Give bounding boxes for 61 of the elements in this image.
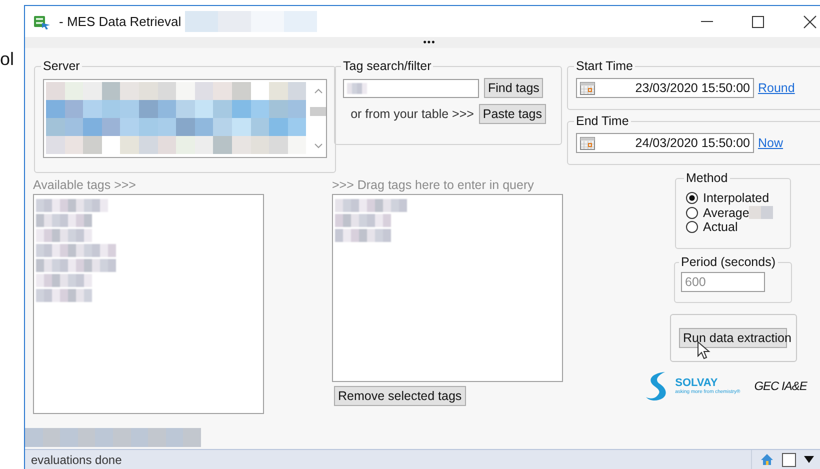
find-tags-button[interactable]: Find tags [484,78,544,98]
list-label: >>> Drag tags here to enter in query [332,178,535,192]
date-time-field[interactable]: 24/03/2020 15:50:00 [576,133,754,153]
calendar-icon [580,82,595,94]
minimize-icon [701,21,713,22]
date-time-value: 23/03/2020 15:50:00 [634,81,750,95]
blurred-list-item[interactable] [36,214,92,227]
option-label: Interpolated [703,191,770,206]
scroll-down-icon [314,143,322,149]
blurred-list-item[interactable] [335,199,407,212]
server-list[interactable] [43,79,327,158]
list-row[interactable] [46,136,306,154]
blurred-list-item[interactable] [335,214,391,227]
time-link[interactable]: Round [758,81,795,95]
dropdown-icon [804,456,814,463]
window-title: - MES Data Retrieval [59,14,182,29]
close-icon [803,14,817,28]
home-icon [760,453,774,466]
date-time-field[interactable]: 23/03/2020 15:50:00 [576,78,754,98]
paste-tags-button[interactable]: Paste tags [478,104,546,124]
option-label: Average [703,206,750,220]
blurred-list-item[interactable] [36,199,108,212]
group-label: Server [42,59,81,74]
drag-handle[interactable]: ••• [423,37,436,48]
maximize-icon [751,14,765,28]
status-text: evaluations done [31,452,122,466]
group-label: Method [685,171,729,186]
option-label: Actual [703,220,738,234]
list-row[interactable] [46,82,306,100]
square-icon [782,452,796,466]
time-link[interactable]: Now [758,136,784,150]
date-time-value: 24/03/2020 15:50:00 [634,136,750,150]
scroll-up-icon [314,88,322,94]
blurred-list-item[interactable] [335,229,391,242]
list-label: Available tags >>> [33,178,137,192]
blurred-list-item[interactable] [36,229,92,242]
tag-search-field[interactable] [343,78,479,98]
blurred-list-item[interactable] [36,259,116,272]
group-label: Tag search/filter [342,59,432,74]
scroll-thumb[interactable] [310,107,326,116]
mouse-pointer-icon [696,341,710,361]
remove-tags-button[interactable]: Remove selected tags [334,386,466,406]
blurred-list-item[interactable] [36,289,92,302]
brand-name: SOLVAY [675,376,719,388]
table-hint: or from your table >>> [350,107,474,121]
group-label: Start Time [575,59,634,74]
radio-button[interactable] [686,206,698,219]
available-tags-list[interactable] [33,194,264,414]
query-tags-list[interactable] [332,194,563,382]
team-label: GEC IA&E [754,379,807,393]
group-label: Period (seconds) [680,255,776,270]
blurred-list-item[interactable] [36,274,92,287]
app-icon [33,14,51,30]
blurred-list-item[interactable] [36,244,116,257]
radio-button[interactable] [686,192,698,204]
radio-button[interactable] [686,221,698,234]
selected-list-row[interactable] [46,100,306,118]
calendar-icon [580,136,595,150]
selected-list-row[interactable] [46,118,306,136]
background-text: ol [0,49,14,69]
group-label: End Time [575,114,630,129]
